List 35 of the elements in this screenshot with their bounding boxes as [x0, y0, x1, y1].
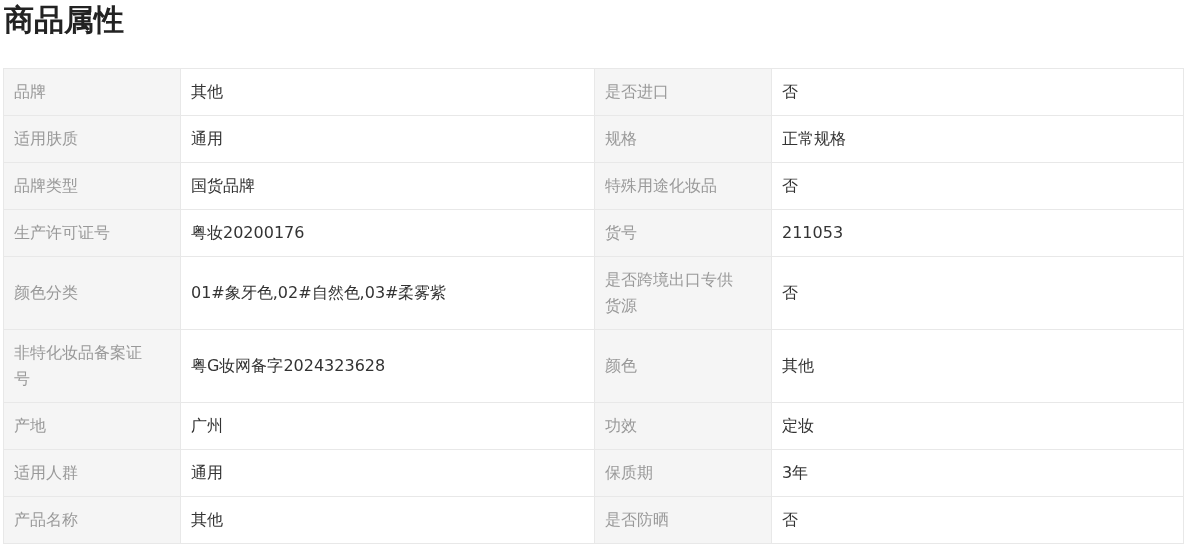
attribute-label: 是否进口 [595, 69, 772, 116]
section-title: 商品属性 [3, 1, 125, 39]
attribute-label: 规格 [595, 116, 772, 163]
attribute-label: 适用肤质 [4, 116, 181, 163]
attribute-label: 非特化妆品备案证号 [4, 330, 181, 403]
attribute-label: 货号 [595, 210, 772, 257]
attribute-value: 广州 [181, 403, 595, 450]
attribute-value: 否 [772, 497, 1184, 544]
attribute-label: 是否防晒 [595, 497, 772, 544]
attribute-value: 定妆 [772, 403, 1184, 450]
attribute-label: 适用人群 [4, 450, 181, 497]
attribute-label: 生产许可证号 [4, 210, 181, 257]
attribute-value: 否 [772, 69, 1184, 116]
attribute-value: 通用 [181, 450, 595, 497]
attribute-value: 否 [772, 257, 1184, 330]
attribute-label: 产品名称 [4, 497, 181, 544]
attribute-label: 品牌 [4, 69, 181, 116]
attribute-label: 品牌类型 [4, 163, 181, 210]
attribute-label: 功效 [595, 403, 772, 450]
attribute-label: 是否跨境出口专供货源 [595, 257, 772, 330]
attribute-label: 颜色分类 [4, 257, 181, 330]
attribute-value: 其他 [181, 69, 595, 116]
attribute-label: 特殊用途化妆品 [595, 163, 772, 210]
attribute-value: 通用 [181, 116, 595, 163]
attribute-value: 211053 [772, 210, 1184, 257]
attribute-value: 粤妆20200176 [181, 210, 595, 257]
attribute-label: 颜色 [595, 330, 772, 403]
attribute-value: 国货品牌 [181, 163, 595, 210]
attribute-value: 其他 [772, 330, 1184, 403]
attribute-value: 其他 [181, 497, 595, 544]
attribute-value: 否 [772, 163, 1184, 210]
attribute-value: 3年 [772, 450, 1184, 497]
attribute-label: 保质期 [595, 450, 772, 497]
attribute-label: 产地 [4, 403, 181, 450]
attribute-value: 正常规格 [772, 116, 1184, 163]
